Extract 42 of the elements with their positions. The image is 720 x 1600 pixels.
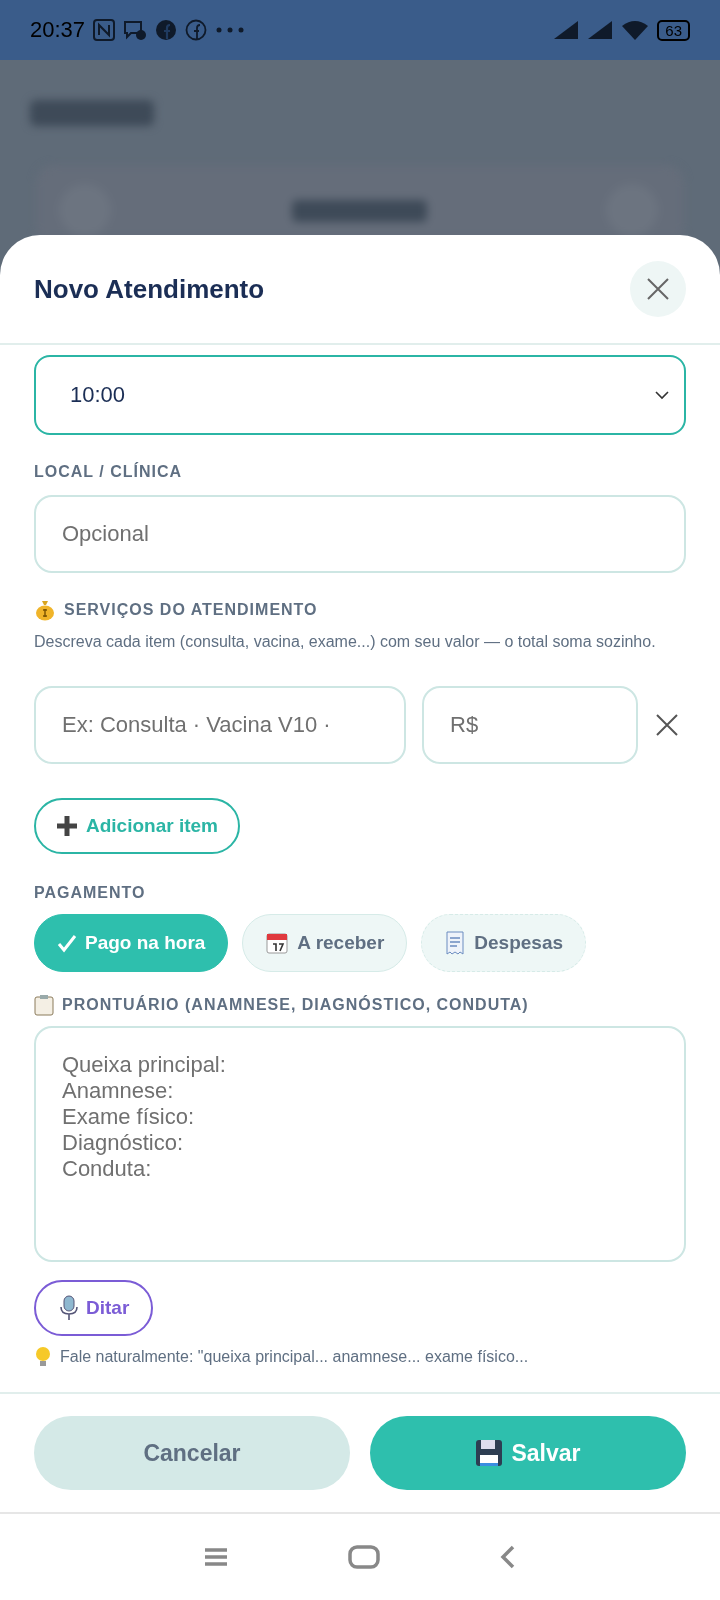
item-price-field[interactable]: R$ <box>422 686 638 764</box>
cancel-button[interactable]: Cancelar <box>34 1416 350 1490</box>
sheet-title: Novo Atendimento <box>34 273 265 305</box>
lightbulb-icon <box>34 1346 52 1368</box>
plus-icon <box>56 815 78 837</box>
field-label: LOCAL / CLÍNICA <box>34 463 184 481</box>
section-description: Descreva cada item (consulta, vacina, exame...) com seu valor — o total soma sozinho. <box>34 632 657 652</box>
hint-text: Fale naturalmente: "queixa principal... anamnese... exame físico... <box>60 1348 529 1366</box>
calendar-icon <box>265 931 290 955</box>
remove-icon[interactable] <box>654 712 680 738</box>
nfc-icon <box>93 19 116 41</box>
payment-option[interactable]: Despesas <box>421 914 587 972</box>
section-label: PRONTUÁRIO (ANAMNESE, DIAGNÓSTICO, CONDUTA) <box>62 996 529 1014</box>
section-label: SERVIÇOS DO ATENDIMENTO <box>64 601 318 619</box>
chevron-down-icon <box>654 390 670 400</box>
wifi-icon <box>621 20 650 40</box>
add-item-button[interactable]: Adicionar item <box>34 798 240 854</box>
battery-indicator: 63 <box>657 19 690 41</box>
receipt-icon <box>444 931 467 955</box>
signal-icon <box>553 20 580 40</box>
more-icon <box>215 26 246 34</box>
home-icon[interactable] <box>348 1545 380 1569</box>
item-description-field[interactable]: Ex: Consulta · Vacina V10 · <box>34 686 406 764</box>
money-bag-icon <box>34 599 56 621</box>
microphone-icon <box>58 1295 80 1321</box>
section-label: PAGAMENTO <box>34 884 147 902</box>
close-button[interactable] <box>630 261 686 317</box>
menu-icon[interactable] <box>204 1547 228 1567</box>
back-icon[interactable] <box>500 1545 516 1569</box>
record-field[interactable]: Queixa principal: Anamnese: Exame físico: Diagnóstico: Conduta: <box>34 1026 686 1262</box>
signal-icon <box>587 20 614 40</box>
dictate-button[interactable]: Ditar <box>34 1280 154 1336</box>
chat-icon <box>123 19 148 41</box>
circle-logo-icon <box>185 19 208 41</box>
circle-logo-icon <box>155 19 178 41</box>
location-field[interactable]: Opcional <box>34 495 686 573</box>
time-select[interactable]: 10:00 <box>34 355 686 435</box>
check-icon <box>57 933 77 953</box>
clipboard-icon <box>34 994 54 1016</box>
clock-time: 20:37 <box>30 17 86 43</box>
payment-option[interactable]: A receber <box>242 914 408 972</box>
close-icon <box>646 277 670 301</box>
